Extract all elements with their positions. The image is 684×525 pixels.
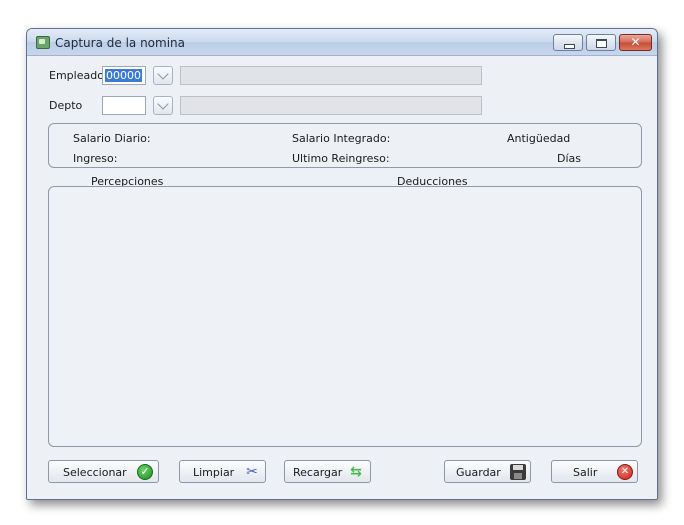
ultimo-reingreso-label: Ultimo Reingreso: [292,152,390,165]
salario-integrado-label: Salario Integrado: [292,132,391,145]
close-icon: ✕ [630,35,641,49]
seleccionar-button-label: Seleccionar [63,466,127,479]
close-window-button[interactable]: ✕ [619,34,652,51]
empleado-name-field [180,66,482,85]
chevron-down-icon [157,98,169,110]
empleado-dropdown-button[interactable] [153,66,173,85]
depto-input[interactable] [102,96,146,115]
percepciones-deducciones-list[interactable] [48,186,642,447]
chevron-down-icon [157,68,169,80]
salir-button[interactable]: Salir ✕ [551,460,638,483]
depto-label: Depto [49,99,83,112]
empleado-label: Empleado [49,69,104,82]
check-icon: ✓ [137,464,153,480]
salir-button-label: Salir [573,466,598,479]
guardar-button[interactable]: Guardar [444,460,531,483]
salario-diario-label: Salario Diario: [73,132,151,145]
floppy-disk-icon [510,464,526,480]
antiguedad-label: Antigüedad [507,132,571,145]
minimize-button[interactable] [553,34,583,51]
maximize-icon [596,39,607,48]
app-icon [36,36,50,49]
limpiar-button[interactable]: Limpiar ✂ [179,460,266,483]
minimize-icon [564,44,575,49]
limpiar-button-label: Limpiar [193,466,235,479]
empleado-input[interactable]: 00000 [102,66,146,85]
empleado-value: 00000 [105,69,142,82]
close-circle-icon: ✕ [617,464,633,480]
guardar-button-label: Guardar [456,466,501,479]
recargar-button-label: Recargar [293,466,343,479]
depto-name-field [180,96,482,115]
seleccionar-button[interactable]: Seleccionar ✓ [48,460,159,483]
scissors-icon: ✂ [246,464,258,480]
dias-label: Días [557,152,581,165]
nomina-window: Captura de la nomina ✕ Empleado 00000 De… [26,28,658,500]
employee-info-panel: Salario Diario: Salario Integrado: Antig… [48,123,642,168]
window-title: Captura de la nomina [55,36,186,50]
ingreso-label: Ingreso: [73,152,118,165]
depto-dropdown-button[interactable] [153,96,173,115]
refresh-icon: ⇆ [350,464,362,480]
maximize-button[interactable] [586,34,616,51]
title-bar[interactable]: Captura de la nomina ✕ [27,29,657,56]
recargar-button[interactable]: Recargar ⇆ [284,460,371,483]
